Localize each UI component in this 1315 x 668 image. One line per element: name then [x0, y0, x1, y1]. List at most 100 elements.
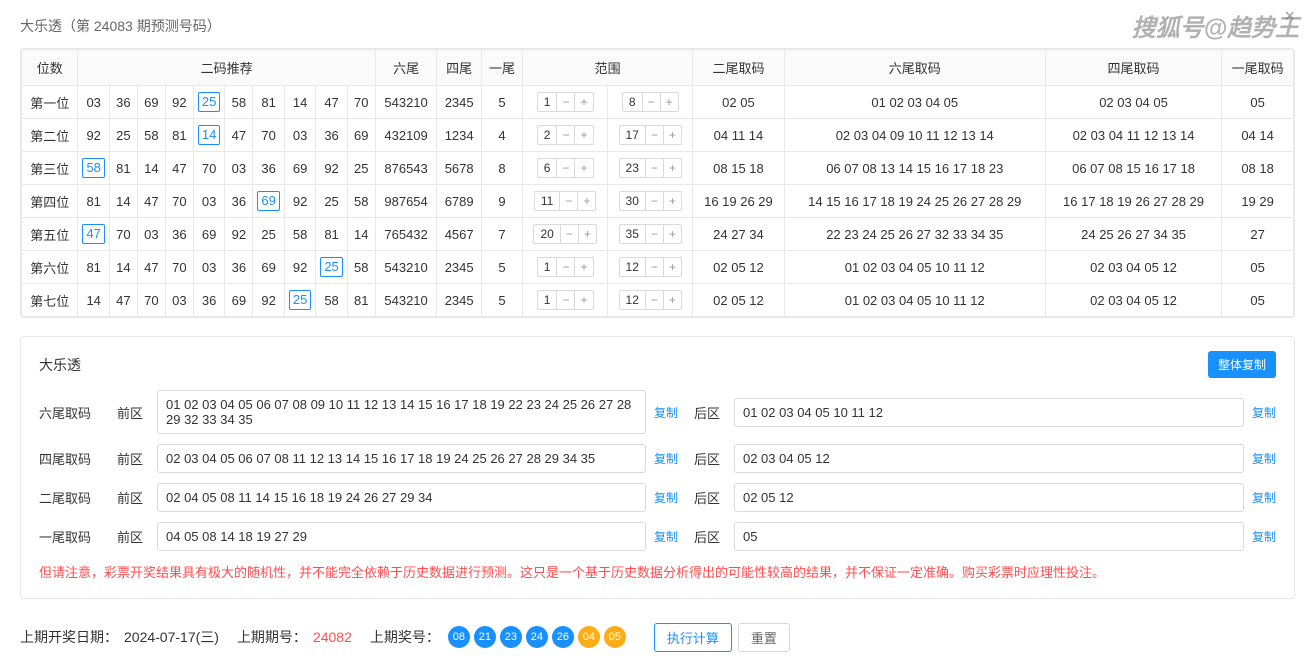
- close-icon[interactable]: ×: [1284, 6, 1295, 27]
- num-cell[interactable]: 81: [78, 185, 109, 218]
- plus-icon[interactable]: +: [664, 224, 682, 244]
- num-cell[interactable]: 92: [253, 284, 284, 317]
- num-cell[interactable]: 25: [253, 218, 284, 251]
- num-cell[interactable]: 47: [165, 152, 193, 185]
- num-cell[interactable]: 14: [284, 86, 315, 119]
- front-input[interactable]: 01 02 03 04 05 06 07 08 09 10 11 12 13 1…: [157, 390, 646, 434]
- num-cell[interactable]: 47: [316, 86, 347, 119]
- num-cell[interactable]: 69: [225, 284, 253, 317]
- num-cell[interactable]: 36: [316, 119, 347, 152]
- num-cell[interactable]: 69: [193, 218, 224, 251]
- copy-front-link[interactable]: 复制: [654, 528, 678, 545]
- minus-icon[interactable]: −: [560, 191, 578, 211]
- num-cell[interactable]: 92: [78, 119, 109, 152]
- plus-icon[interactable]: +: [664, 158, 682, 178]
- num-cell-highlight[interactable]: 25: [316, 251, 347, 284]
- num-cell[interactable]: 70: [253, 119, 284, 152]
- num-cell[interactable]: 25: [347, 152, 375, 185]
- num-cell[interactable]: 81: [109, 152, 137, 185]
- num-cell[interactable]: 14: [78, 284, 109, 317]
- back-input[interactable]: 05: [734, 522, 1244, 551]
- plus-icon[interactable]: +: [575, 290, 593, 310]
- num-cell[interactable]: 70: [193, 152, 224, 185]
- num-cell[interactable]: 03: [193, 185, 224, 218]
- plus-icon[interactable]: +: [575, 92, 593, 112]
- num-cell[interactable]: 36: [165, 218, 193, 251]
- num-cell[interactable]: 92: [284, 185, 315, 218]
- minus-icon[interactable]: −: [557, 290, 575, 310]
- copy-back-link[interactable]: 复制: [1252, 489, 1276, 506]
- plus-icon[interactable]: +: [575, 125, 593, 145]
- plus-icon[interactable]: +: [575, 257, 593, 277]
- minus-icon[interactable]: −: [646, 257, 664, 277]
- plus-icon[interactable]: +: [575, 158, 593, 178]
- num-cell[interactable]: 03: [165, 284, 193, 317]
- num-cell[interactable]: 03: [193, 251, 224, 284]
- front-input[interactable]: 02 03 04 05 06 07 08 11 12 13 14 15 16 1…: [157, 444, 646, 473]
- num-cell[interactable]: 70: [137, 284, 165, 317]
- num-cell[interactable]: 03: [225, 152, 253, 185]
- num-cell[interactable]: 92: [165, 86, 193, 119]
- minus-icon[interactable]: −: [557, 92, 575, 112]
- plus-icon[interactable]: +: [664, 191, 682, 211]
- num-cell[interactable]: 58: [347, 251, 375, 284]
- num-cell[interactable]: 03: [78, 86, 109, 119]
- minus-icon[interactable]: −: [557, 125, 575, 145]
- minus-icon[interactable]: −: [646, 191, 664, 211]
- num-cell[interactable]: 70: [109, 218, 137, 251]
- minus-icon[interactable]: −: [557, 257, 575, 277]
- plus-icon[interactable]: +: [664, 125, 682, 145]
- num-cell[interactable]: 14: [347, 218, 375, 251]
- num-cell[interactable]: 25: [109, 119, 137, 152]
- back-input[interactable]: 01 02 03 04 05 10 11 12: [734, 398, 1244, 427]
- num-cell[interactable]: 92: [316, 152, 347, 185]
- plus-icon[interactable]: +: [578, 191, 596, 211]
- num-cell-highlight[interactable]: 25: [284, 284, 315, 317]
- plus-icon[interactable]: +: [661, 92, 679, 112]
- num-cell[interactable]: 14: [109, 251, 137, 284]
- num-cell-highlight[interactable]: 69: [253, 185, 284, 218]
- num-cell[interactable]: 81: [253, 86, 284, 119]
- num-cell[interactable]: 70: [165, 251, 193, 284]
- minus-icon[interactable]: −: [646, 125, 664, 145]
- num-cell[interactable]: 70: [347, 86, 375, 119]
- copy-front-link[interactable]: 复制: [654, 450, 678, 467]
- num-cell-highlight[interactable]: 25: [193, 86, 224, 119]
- num-cell[interactable]: 92: [225, 218, 253, 251]
- copy-back-link[interactable]: 复制: [1252, 528, 1276, 545]
- minus-icon[interactable]: −: [646, 224, 664, 244]
- front-input[interactable]: 02 04 05 08 11 14 15 16 18 19 24 26 27 2…: [157, 483, 646, 512]
- num-cell[interactable]: 69: [284, 152, 315, 185]
- num-cell[interactable]: 47: [225, 119, 253, 152]
- copy-all-button[interactable]: 整体复制: [1208, 351, 1276, 378]
- num-cell[interactable]: 81: [316, 218, 347, 251]
- num-cell[interactable]: 69: [347, 119, 375, 152]
- num-cell[interactable]: 36: [253, 152, 284, 185]
- front-input[interactable]: 04 05 08 14 18 19 27 29: [157, 522, 646, 551]
- num-cell[interactable]: 81: [165, 119, 193, 152]
- num-cell[interactable]: 81: [347, 284, 375, 317]
- copy-front-link[interactable]: 复制: [654, 404, 678, 421]
- num-cell[interactable]: 92: [284, 251, 315, 284]
- num-cell[interactable]: 58: [284, 218, 315, 251]
- copy-back-link[interactable]: 复制: [1252, 404, 1276, 421]
- minus-icon[interactable]: −: [561, 224, 579, 244]
- num-cell[interactable]: 36: [225, 185, 253, 218]
- num-cell[interactable]: 14: [137, 152, 165, 185]
- num-cell[interactable]: 36: [109, 86, 137, 119]
- num-cell-highlight[interactable]: 58: [78, 152, 109, 185]
- num-cell[interactable]: 81: [78, 251, 109, 284]
- num-cell[interactable]: 70: [165, 185, 193, 218]
- plus-icon[interactable]: +: [664, 290, 682, 310]
- plus-icon[interactable]: +: [579, 224, 597, 244]
- num-cell[interactable]: 25: [316, 185, 347, 218]
- num-cell[interactable]: 36: [225, 251, 253, 284]
- minus-icon[interactable]: −: [557, 158, 575, 178]
- num-cell[interactable]: 58: [137, 119, 165, 152]
- num-cell[interactable]: 36: [193, 284, 224, 317]
- minus-icon[interactable]: −: [646, 158, 664, 178]
- minus-icon[interactable]: −: [643, 92, 661, 112]
- copy-front-link[interactable]: 复制: [654, 489, 678, 506]
- num-cell[interactable]: 03: [137, 218, 165, 251]
- num-cell[interactable]: 58: [347, 185, 375, 218]
